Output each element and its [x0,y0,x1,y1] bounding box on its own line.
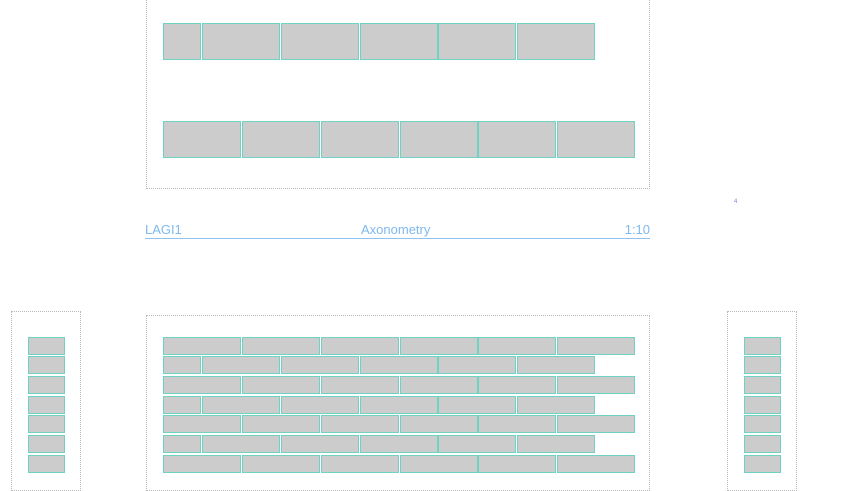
top-course-2-brick [163,121,241,158]
top-course-1-brick [202,23,280,60]
drawing-title-block: LAGI1 Axonometry 1:10 [145,222,650,239]
front-elevation-brick [163,337,241,355]
front-elevation-brick [438,435,516,453]
front-elevation-brick [281,435,359,453]
snap-marker: 4 [734,199,738,205]
right-elevation-brick [744,337,781,355]
front-elevation-brick [281,356,359,374]
view-type-label: Axonometry [361,222,431,237]
top-course-2-brick [557,121,635,158]
front-elevation-brick [163,356,201,374]
front-elevation-brick [242,415,320,433]
front-elevation-brick [400,415,478,433]
front-elevation-brick [360,356,438,374]
front-elevation-brick [400,455,478,473]
front-elevation-brick [478,455,556,473]
left-elevation-brick [28,435,65,453]
front-elevation-brick [557,337,635,355]
top-course-1-brick [163,23,201,60]
front-elevation-brick [321,376,399,394]
front-elevation-brick [202,356,280,374]
front-elevation-brick [321,455,399,473]
front-elevation-brick [202,396,280,414]
left-elevation-brick [28,415,65,433]
front-elevation-brick [557,455,635,473]
right-elevation-brick [744,356,781,374]
front-elevation-brick [478,376,556,394]
top-course-2-brick [321,121,399,158]
front-elevation-brick [281,396,359,414]
top-course-2-brick [400,121,478,158]
top-course-1-brick [517,23,595,60]
left-elevation-brick [28,337,65,355]
drawing-id-label: LAGI1 [145,222,182,237]
top-course-2-brick [478,121,556,158]
front-elevation-brick [202,435,280,453]
front-elevation-brick [557,376,635,394]
left-elevation-brick [28,396,65,414]
front-elevation-brick [163,415,241,433]
front-elevation-brick [321,337,399,355]
left-elevation-brick [28,376,65,394]
front-elevation-brick [478,337,556,355]
front-elevation-brick [517,435,595,453]
front-elevation-brick [400,376,478,394]
front-elevation-brick [438,396,516,414]
front-elevation-brick [242,376,320,394]
front-elevation-brick [163,396,201,414]
front-elevation-brick [163,376,241,394]
front-elevation-brick [321,415,399,433]
front-elevation-brick [478,415,556,433]
front-elevation-brick [557,415,635,433]
front-elevation-brick [360,396,438,414]
right-elevation-brick [744,396,781,414]
front-elevation-brick [242,455,320,473]
front-elevation-brick [400,337,478,355]
front-elevation-brick [242,337,320,355]
right-elevation-brick [744,455,781,473]
top-course-2-brick [242,121,320,158]
left-elevation-brick [28,455,65,473]
top-course-1-brick [438,23,516,60]
front-elevation-brick [163,455,241,473]
front-elevation-brick [517,396,595,414]
front-elevation-brick [517,356,595,374]
front-elevation-brick [163,435,201,453]
right-elevation-brick [744,435,781,453]
top-course-1-brick [360,23,438,60]
top-course-1-brick [281,23,359,60]
front-elevation-brick [360,435,438,453]
right-elevation-brick [744,376,781,394]
right-elevation-brick [744,415,781,433]
scale-label: 1:10 [624,222,650,237]
front-elevation-brick [438,356,516,374]
left-elevation-brick [28,356,65,374]
